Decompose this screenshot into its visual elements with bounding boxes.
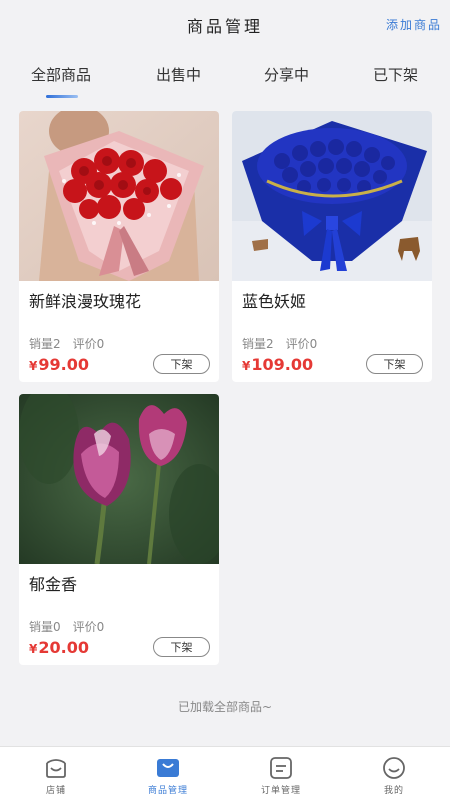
product-name: 蓝色妖姬: [242, 292, 307, 311]
price-value: 109.00: [251, 355, 314, 374]
product-name: 郁金香: [29, 575, 78, 594]
sales-count: 销量2: [29, 337, 61, 351]
all-loaded-note: 已加载全部商品~: [177, 700, 273, 714]
product-stats: 销量2 评价0: [242, 335, 317, 352]
nav-order-management[interactable]: 订单管理: [225, 747, 337, 800]
product-card[interactable]: 郁金香 销量0 评价0 ¥20.00 下架: [19, 394, 219, 665]
tab-delisted[interactable]: 已下架: [373, 64, 418, 85]
profile-icon: [383, 757, 405, 779]
nav-profile[interactable]: 我的: [338, 747, 450, 800]
nav-label: 我的: [383, 786, 404, 796]
tab-all-products[interactable]: 全部商品: [31, 64, 91, 85]
review-count: 评价0: [72, 337, 105, 351]
product-card[interactable]: 新鲜浪漫玫瑰花 销量2 评价0 ¥99.00 下架: [19, 111, 219, 382]
page-title: 商品管理: [186, 17, 263, 36]
sales-count: 销量2: [242, 337, 274, 351]
product-price: ¥20.00: [29, 638, 89, 657]
review-count: 评价0: [72, 620, 105, 634]
review-count: 评价0: [285, 337, 318, 351]
product-price: ¥99.00: [29, 355, 89, 374]
nav-shop[interactable]: 店铺: [0, 747, 112, 800]
currency-symbol: ¥: [242, 359, 251, 373]
delist-button[interactable]: 下架: [366, 354, 423, 374]
product-stats: 销量2 评价0: [29, 335, 104, 352]
filter-tabs: 全部商品 出售中 分享中 已下架: [0, 56, 450, 104]
nav-label: 订单管理: [260, 786, 301, 796]
product-card[interactable]: 蓝色妖姬 销量2 评价0 ¥109.00 下架: [232, 111, 432, 382]
nav-label: 店铺: [45, 786, 66, 796]
nav-label: 商品管理: [147, 786, 188, 796]
price-value: 99.00: [38, 355, 89, 374]
delist-button[interactable]: 下架: [153, 354, 210, 374]
currency-symbol: ¥: [29, 642, 38, 656]
currency-symbol: ¥: [29, 359, 38, 373]
price-value: 20.00: [38, 638, 89, 657]
product-price: ¥109.00: [242, 355, 313, 374]
delist-button[interactable]: 下架: [153, 637, 210, 657]
bottom-nav: 店铺 商品管理 订单管理 我的: [0, 746, 450, 800]
shop-icon: [46, 759, 66, 778]
tab-sharing[interactable]: 分享中: [264, 64, 309, 85]
product-image-red-roses: [19, 111, 219, 281]
product-name: 新鲜浪漫玫瑰花: [29, 292, 142, 311]
nav-product-management[interactable]: 商品管理: [112, 747, 224, 800]
tab-on-sale[interactable]: 出售中: [156, 64, 201, 85]
order-icon: [270, 757, 292, 779]
product-image-blue-roses: [232, 111, 432, 281]
add-product-button[interactable]: 添加商品: [386, 16, 442, 33]
product-image-tulips: [19, 394, 219, 564]
bag-icon: [157, 759, 179, 777]
app-header: 商品管理 添加商品: [0, 0, 450, 50]
sales-count: 销量0: [29, 620, 61, 634]
product-stats: 销量0 评价0: [29, 618, 104, 635]
active-tab-indicator: [46, 95, 78, 98]
